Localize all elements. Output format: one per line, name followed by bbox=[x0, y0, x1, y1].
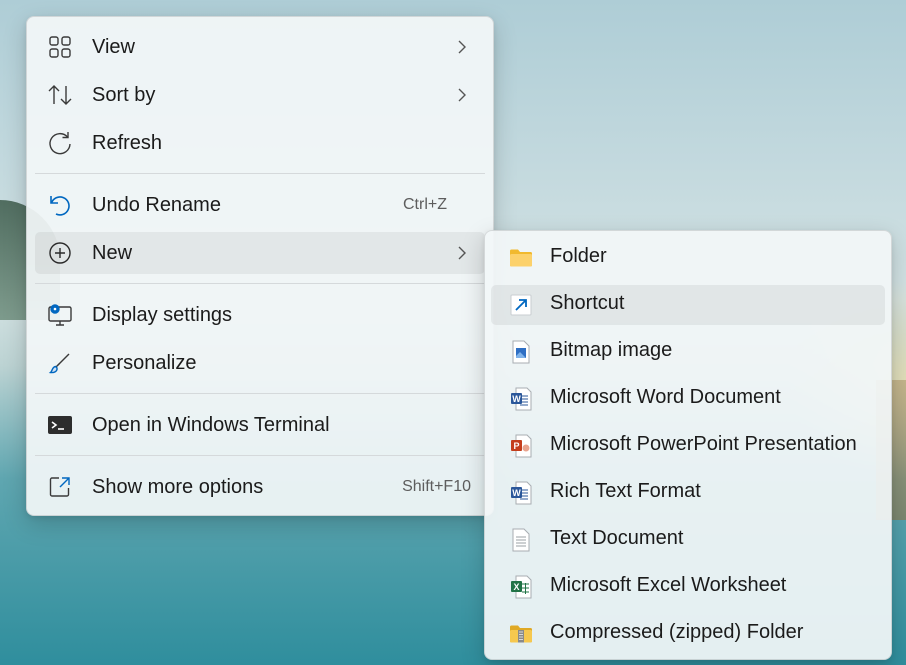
menu-item-display-settings[interactable]: Display settings bbox=[35, 294, 485, 336]
menu-separator bbox=[35, 173, 485, 174]
menu-item-label: Display settings bbox=[92, 303, 233, 326]
menu-separator bbox=[35, 393, 485, 394]
menu-item-view[interactable]: View bbox=[35, 26, 485, 68]
submenu-item-label: Folder bbox=[550, 245, 607, 267]
shortcut-text: Ctrl+Z bbox=[403, 196, 447, 213]
undo-icon bbox=[47, 193, 73, 217]
submenu-item-word[interactable]: W Microsoft Word Document bbox=[491, 379, 885, 419]
menu-item-personalize[interactable]: Personalize bbox=[35, 342, 485, 384]
text-document-icon bbox=[509, 528, 533, 552]
menu-item-undo-rename[interactable]: Undo Rename Ctrl+Z bbox=[35, 184, 485, 226]
menu-separator bbox=[35, 283, 485, 284]
chevron-right-icon bbox=[455, 85, 469, 105]
menu-item-open-terminal[interactable]: Open in Windows Terminal bbox=[35, 404, 485, 446]
menu-item-show-more-options[interactable]: Show more options Shift+F10 bbox=[35, 466, 485, 508]
submenu-item-label: Rich Text Format bbox=[550, 480, 701, 502]
add-circle-icon bbox=[47, 241, 73, 265]
menu-item-label: Personalize bbox=[92, 351, 197, 374]
menu-item-label: Show more options bbox=[92, 475, 264, 498]
desktop-context-menu: View Sort by Refresh Undo Rename Ctrl+Z … bbox=[26, 16, 494, 516]
excel-icon: X bbox=[509, 575, 533, 599]
expand-icon bbox=[47, 475, 73, 499]
menu-item-label: New bbox=[92, 241, 133, 264]
shortcut-icon bbox=[509, 294, 533, 316]
menu-item-sort-by[interactable]: Sort by bbox=[35, 74, 485, 116]
menu-item-label: Refresh bbox=[92, 131, 163, 154]
refresh-icon bbox=[47, 131, 73, 155]
terminal-icon bbox=[47, 413, 73, 437]
folder-icon bbox=[509, 247, 533, 269]
submenu-item-label: Microsoft Excel Worksheet bbox=[550, 574, 787, 596]
submenu-item-zip-folder[interactable]: Compressed (zipped) Folder bbox=[491, 614, 885, 654]
bitmap-icon bbox=[509, 340, 533, 364]
sort-icon bbox=[47, 83, 73, 107]
submenu-item-label: Shortcut bbox=[550, 292, 625, 314]
submenu-item-text-document[interactable]: Text Document bbox=[491, 520, 885, 560]
brush-icon bbox=[47, 351, 73, 375]
submenu-item-excel[interactable]: X Microsoft Excel Worksheet bbox=[491, 567, 885, 607]
submenu-item-shortcut[interactable]: Shortcut bbox=[491, 285, 885, 325]
svg-text:W: W bbox=[512, 488, 521, 498]
powerpoint-icon: P bbox=[509, 434, 533, 458]
submenu-item-label: Text Document bbox=[550, 527, 684, 549]
menu-item-label: Open in Windows Terminal bbox=[92, 413, 330, 436]
menu-item-new[interactable]: New bbox=[35, 232, 485, 274]
chevron-right-icon bbox=[455, 243, 469, 263]
svg-text:X: X bbox=[513, 582, 519, 592]
submenu-item-folder[interactable]: Folder bbox=[491, 238, 885, 278]
submenu-item-label: Microsoft PowerPoint Presentation bbox=[550, 433, 857, 455]
submenu-item-label: Bitmap image bbox=[550, 339, 673, 361]
shortcut-text: Shift+F10 bbox=[402, 478, 471, 495]
menu-item-label: Undo Rename bbox=[92, 193, 221, 216]
menu-item-label: Sort by bbox=[92, 83, 156, 106]
submenu-item-label: Compressed (zipped) Folder bbox=[550, 621, 804, 643]
rtf-icon: W bbox=[509, 481, 533, 505]
menu-item-label: View bbox=[92, 35, 135, 58]
new-submenu: Folder Shortcut Bitmap image W Microsoft… bbox=[484, 230, 892, 660]
display-settings-icon bbox=[47, 303, 73, 327]
svg-text:W: W bbox=[512, 394, 521, 404]
submenu-item-label: Microsoft Word Document bbox=[550, 386, 781, 408]
chevron-right-icon bbox=[455, 37, 469, 57]
submenu-item-rtf[interactable]: W Rich Text Format bbox=[491, 473, 885, 513]
grid-icon bbox=[47, 35, 73, 59]
menu-item-refresh[interactable]: Refresh bbox=[35, 122, 485, 164]
word-icon: W bbox=[509, 387, 533, 411]
submenu-item-bitmap[interactable]: Bitmap image bbox=[491, 332, 885, 372]
zip-folder-icon bbox=[509, 623, 533, 645]
svg-text:P: P bbox=[513, 441, 519, 451]
menu-separator bbox=[35, 455, 485, 456]
submenu-item-powerpoint[interactable]: P Microsoft PowerPoint Presentation bbox=[491, 426, 885, 466]
